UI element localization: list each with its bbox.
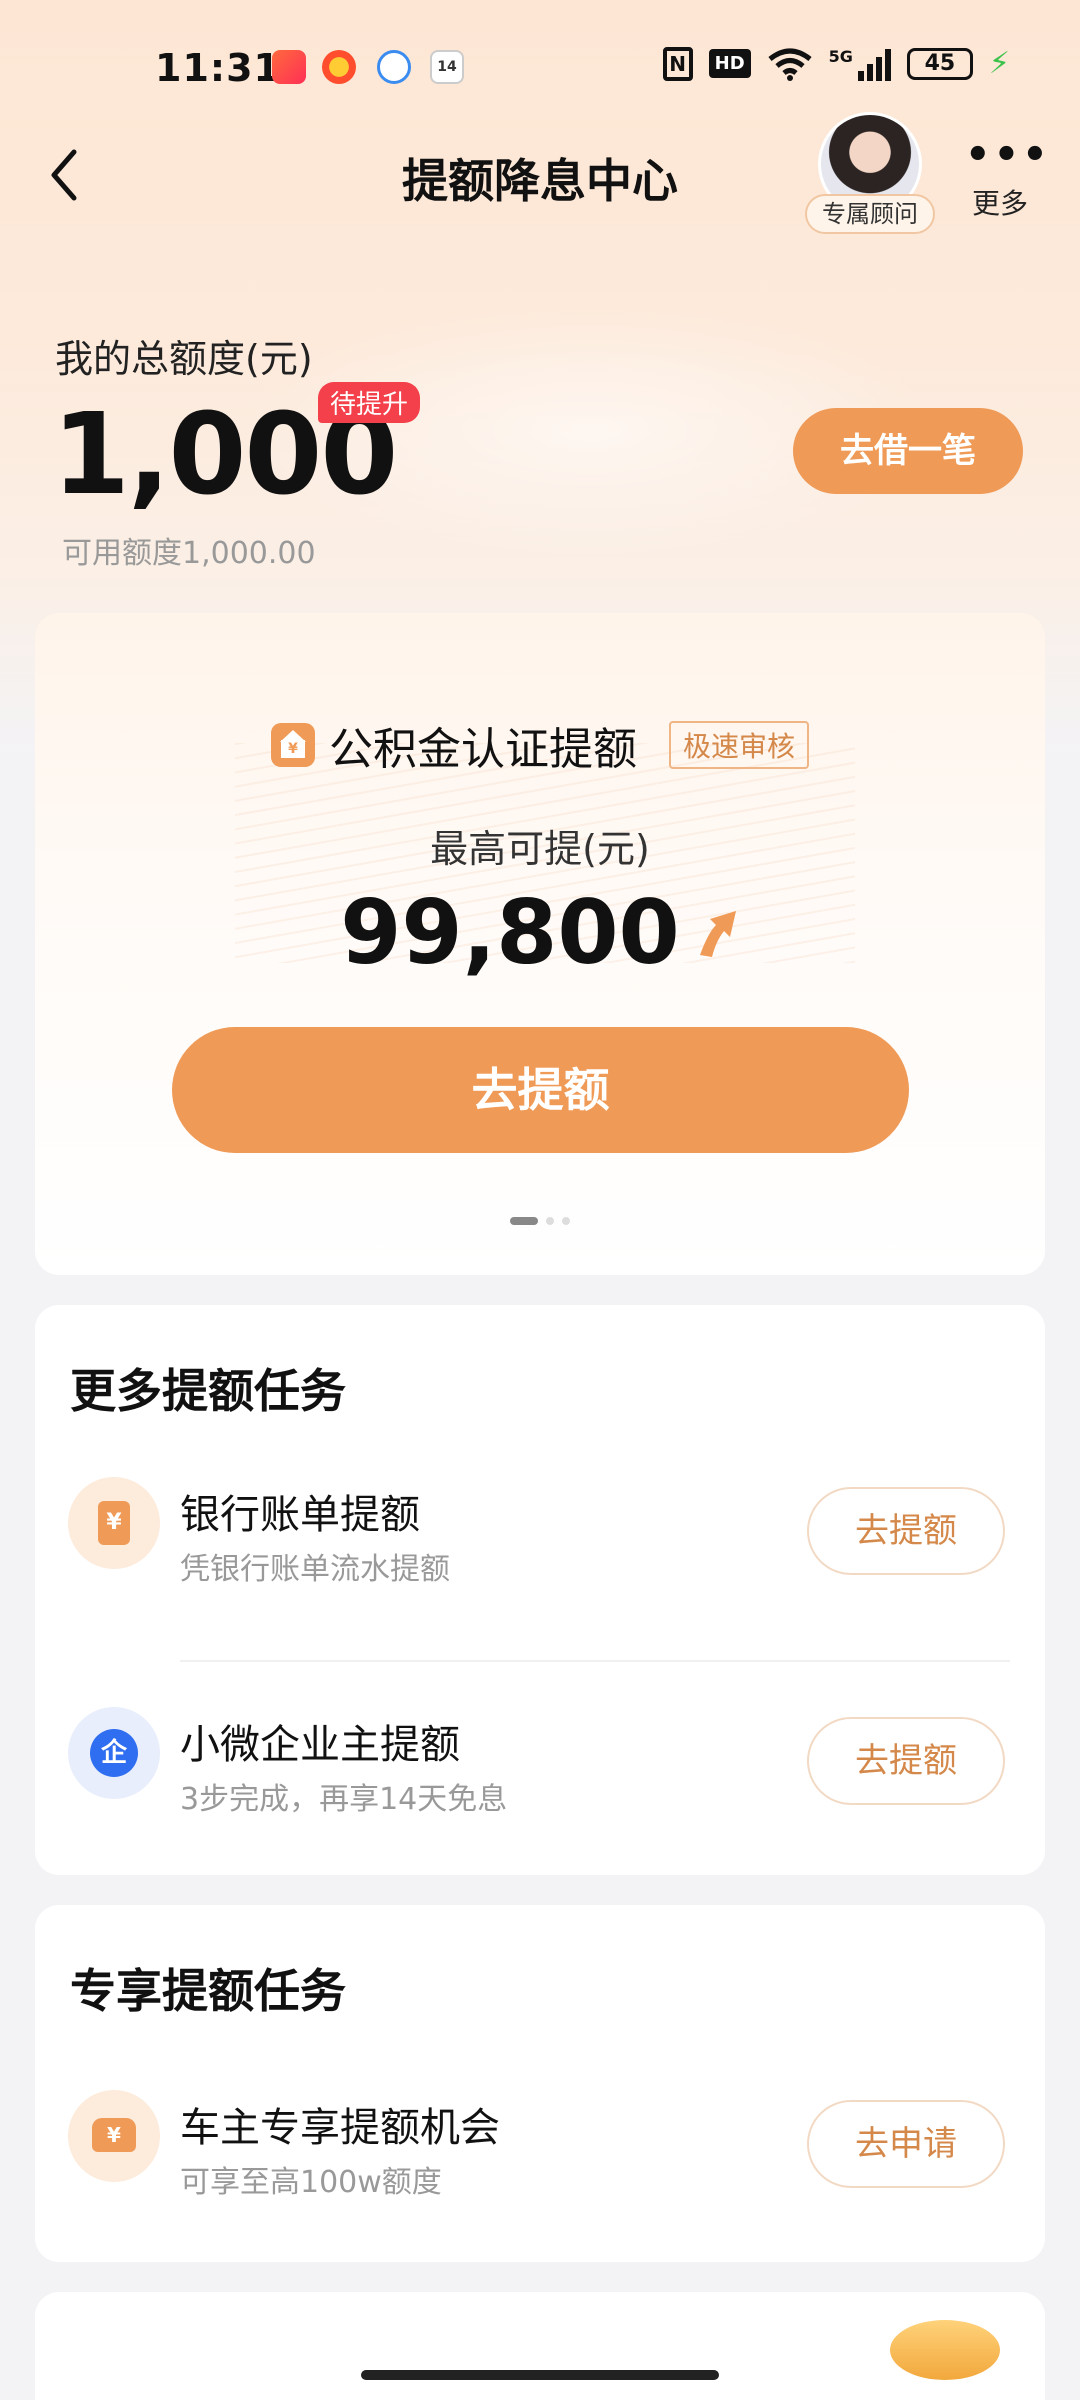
advisor-button[interactable]: 专属顾问 xyxy=(805,112,935,237)
section-title: 更多提额任务 xyxy=(70,1364,346,1418)
status-time: 11:31 xyxy=(155,46,281,90)
max-amount: 99,800 xyxy=(340,881,680,984)
advisor-label: 专属顾问 xyxy=(805,194,935,234)
exclusive-tasks-card: 专享提额任务 车主专享提额机会 可享至高100w额度 去申请 xyxy=(35,1905,1045,2262)
calendar-app-icon: 14 xyxy=(430,50,464,84)
nfc-icon: N xyxy=(662,46,693,81)
fast-review-badge: 极速审核 xyxy=(668,721,809,769)
task-item-car-owner[interactable]: 车主专享提额机会 可享至高100w额度 去申请 xyxy=(35,2045,1045,2225)
more-tasks-card: 更多提额任务 银行账单提额 凭银行账单流水提额 去提额 小微企业主提额 3步完成… xyxy=(35,1305,1045,1875)
more-dots-icon: ••• xyxy=(965,132,1051,178)
battery-icon: 45 xyxy=(906,47,973,80)
task-desc: 3步完成，再享14天免息 xyxy=(180,1782,508,1817)
promo-title: 公积金认证提额 xyxy=(328,724,637,775)
hd-icon: HD xyxy=(708,49,751,78)
wifi-icon xyxy=(768,48,812,81)
task-raise-button[interactable]: 去提额 xyxy=(807,1487,1005,1575)
more-label: 更多 xyxy=(971,187,1028,220)
carousel-indicator xyxy=(35,1217,1045,1225)
house-fund-icon xyxy=(270,723,315,767)
home-indicator[interactable] xyxy=(361,2370,719,2380)
task-name: 车主专享提额机会 xyxy=(180,2105,500,2151)
task-name: 小微企业主提额 xyxy=(180,1722,460,1768)
charging-icon: ⚡ xyxy=(988,46,1010,81)
promo-header: 公积金认证提额 极速审核 xyxy=(35,713,1045,777)
section-title: 专享提额任务 xyxy=(70,1964,346,2018)
task-apply-button[interactable]: 去申请 xyxy=(807,2100,1005,2188)
pending-badge: 待提升 xyxy=(318,382,421,423)
notification-app-icon xyxy=(272,50,306,84)
car-owner-icon xyxy=(68,2090,160,2182)
available-quota: 可用额度1,000.00 xyxy=(62,536,316,571)
total-quota-label: 我的总额度(元) xyxy=(55,337,313,381)
carousel-dot xyxy=(546,1217,554,1225)
notification-app-icon xyxy=(322,50,356,84)
max-amount-label: 最高可提(元) xyxy=(430,827,650,871)
carousel-dot xyxy=(562,1217,570,1225)
notification-app-icon xyxy=(377,50,411,84)
task-raise-button[interactable]: 去提额 xyxy=(807,1717,1005,1805)
raise-limit-button[interactable]: 去提额 xyxy=(172,1027,909,1153)
enterprise-icon xyxy=(68,1707,160,1799)
status-bar: 11:31 14 N HD 5G 45 ⚡ xyxy=(0,0,1080,130)
task-desc: 可享至高100w额度 xyxy=(180,2165,442,2200)
task-desc: 凭银行账单流水提额 xyxy=(180,1552,450,1587)
next-card-partial xyxy=(35,2292,1045,2400)
task-item-bank-bill[interactable]: 银行账单提额 凭银行账单流水提额 去提额 xyxy=(35,1432,1045,1612)
bank-bill-icon xyxy=(68,1477,160,1569)
coin-icon xyxy=(890,2320,1000,2380)
arrow-up-icon xyxy=(699,910,736,957)
signal-icon: 5G xyxy=(829,47,891,81)
task-name: 银行账单提额 xyxy=(180,1492,420,1538)
promo-card: 公积金认证提额 极速审核 最高可提(元) 99,800 去提额 xyxy=(35,613,1045,1275)
more-button[interactable]: ••• 更多 xyxy=(965,132,1051,222)
max-amount-row: 99,800 xyxy=(35,881,1045,984)
task-item-enterprise[interactable]: 小微企业主提额 3步完成，再享14天免息 去提额 xyxy=(35,1662,1045,1842)
borrow-button[interactable]: 去借一笔 xyxy=(793,408,1023,494)
carousel-dot-active xyxy=(510,1217,538,1225)
